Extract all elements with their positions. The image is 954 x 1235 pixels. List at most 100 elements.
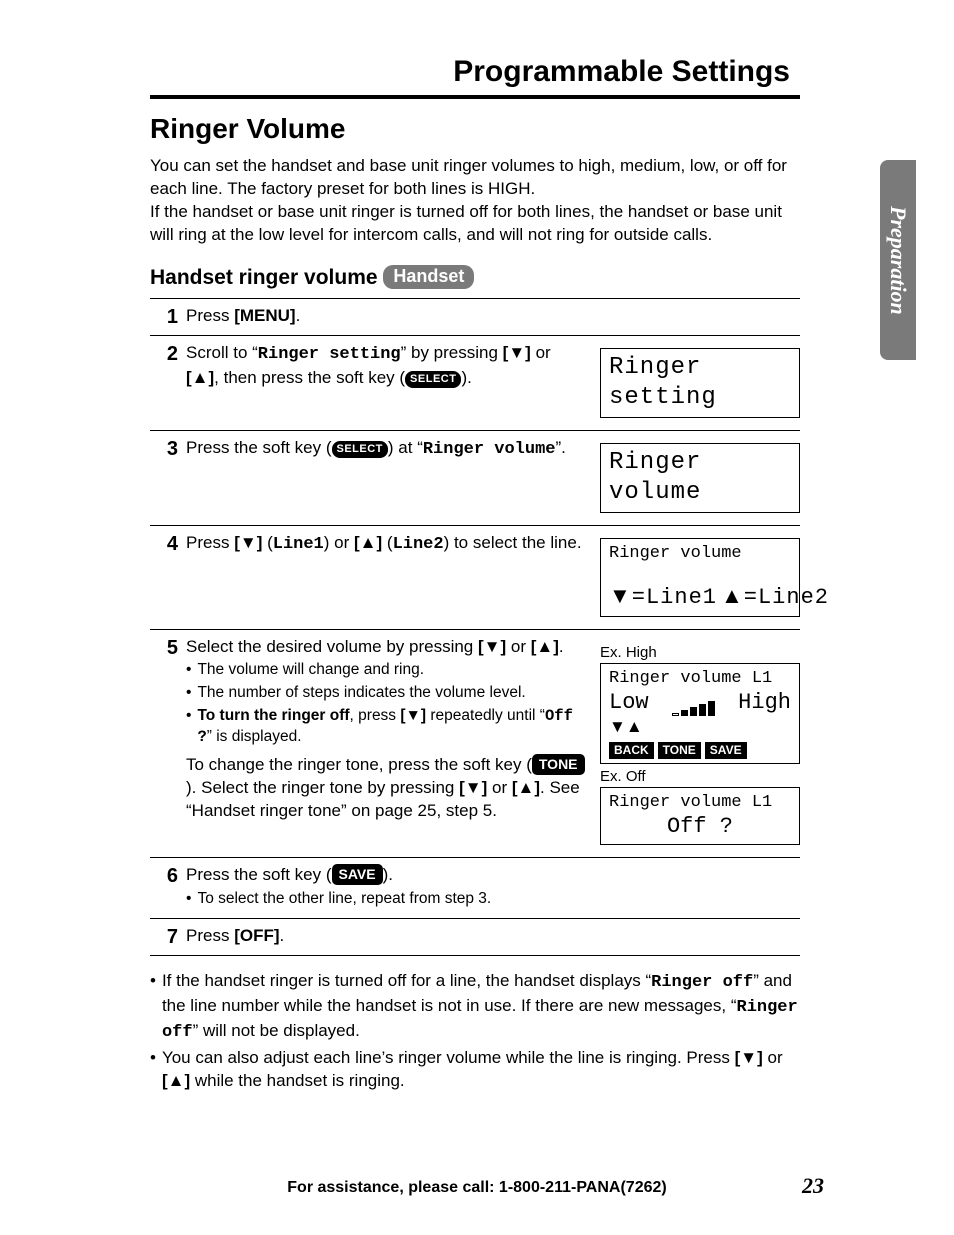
text: Press the soft key (: [186, 438, 332, 457]
tone-softkey: TONE: [658, 742, 701, 759]
subsection-label: Handset ringer volume: [150, 266, 378, 289]
step-text: Press the soft key (SELECT) at “Ringer v…: [178, 437, 596, 462]
page: Preparation Programmable Settings Ringer…: [0, 0, 954, 1235]
lcd-line2: ▲=Line2: [721, 582, 829, 612]
off-key: [OFF]: [234, 926, 279, 945]
text: Press: [186, 306, 234, 325]
lcd-screen: Ringer volume ▼=Line1 ▲=Line2: [600, 538, 800, 617]
bullet: To turn the ringer off, press [▼] repeat…: [186, 706, 586, 748]
lcd-column: Ringer volume ▼=Line1 ▲=Line2: [596, 532, 800, 623]
lcd-column: Ringer setting: [596, 342, 800, 424]
step-row: 3 Press the soft key (SELECT) at “Ringer…: [150, 430, 800, 525]
lcd-screen: Ringer setting: [600, 348, 800, 418]
text: ) or: [324, 533, 354, 552]
down-key: [▼]: [503, 343, 531, 362]
step-number: 3: [150, 437, 178, 461]
text: or: [531, 343, 551, 362]
text: ) at “: [388, 438, 423, 457]
subsection-title: Handset ringer volume Handset: [150, 265, 800, 290]
step-row: 4 Press [▼] (Line1) or [▲] (Line2) to se…: [150, 525, 800, 629]
step-text: Press [MENU].: [178, 305, 800, 328]
text: Select the desired volume by pressing: [186, 637, 478, 656]
step-number: 4: [150, 532, 178, 556]
bullet: If the handset ringer is turned off for …: [150, 970, 800, 1045]
step-number: 6: [150, 864, 178, 888]
up-key: [▲]: [186, 368, 214, 387]
step-text: Press [▼] (Line1) or [▲] (Line2) to sele…: [178, 532, 596, 557]
text: ) to select the line.: [444, 533, 582, 552]
text: Press: [186, 533, 234, 552]
step-row: 2 Scroll to “Ringer setting” by pressing…: [150, 335, 800, 430]
lcd-column: Ex. High Ringer volume L1 Low High ▼▲ BA…: [596, 636, 800, 852]
text: Scroll to “: [186, 343, 258, 362]
bullet: You can also adjust each line’s ringer v…: [150, 1047, 800, 1093]
menu-key: [MENU]: [234, 306, 295, 325]
lcd-screen: Ringer volume L1 Low High ▼▲ BACK TONE S…: [600, 663, 800, 764]
text: Press: [186, 926, 234, 945]
content: Programmable Settings Ringer Volume You …: [150, 55, 800, 1093]
mono: Ringer setting: [258, 345, 401, 364]
mono: Line1: [273, 535, 324, 554]
lcd-line: Ringer volume L1: [609, 792, 791, 813]
page-number: 23: [802, 1173, 824, 1199]
down-key: [▼]: [234, 533, 262, 552]
lcd-column: Ringer volume: [596, 437, 800, 519]
intro-text: You can set the handset and base unit ri…: [150, 155, 800, 247]
bullet: The number of steps indicates the volume…: [186, 683, 586, 704]
step-number: 1: [150, 305, 178, 329]
text: (: [262, 533, 272, 552]
step-row: 1 Press [MENU].: [150, 298, 800, 335]
tone-softkey: TONE: [532, 754, 585, 775]
mono: Ringer volume: [423, 440, 556, 459]
text: ”.: [555, 438, 565, 457]
lcd-line1: ▼=Line1: [609, 582, 717, 612]
step-text: Scroll to “Ringer setting” by pressing […: [178, 342, 596, 390]
step-row: 5 Select the desired volume by pressing …: [150, 629, 800, 858]
text: or: [506, 637, 531, 656]
save-softkey: SAVE: [705, 742, 747, 759]
down-key: [▼]: [478, 637, 506, 656]
text: .: [296, 306, 301, 325]
lcd-off: Off ?: [609, 813, 791, 841]
notes: If the handset ringer is turned off for …: [150, 970, 800, 1093]
lcd-line: Ringer volume: [609, 543, 791, 564]
mono: Line2: [393, 535, 444, 554]
back-softkey: BACK: [609, 742, 654, 759]
text: ” by pressing: [401, 343, 503, 362]
lcd-line: Ringer volume L1: [609, 668, 791, 689]
lcd-high: High: [738, 689, 791, 717]
text: ).: [383, 865, 393, 884]
bullet: To select the other line, repeat from st…: [186, 889, 790, 910]
text: , then press the soft key (: [214, 368, 405, 387]
text: .: [559, 637, 564, 656]
example-label: Ex. High: [600, 644, 800, 661]
text: .: [280, 926, 285, 945]
bullet: The volume will change and ring.: [186, 660, 586, 681]
step-row: 7 Press [OFF].: [150, 918, 800, 956]
step-text: Press the soft key (SAVE). To select the…: [178, 864, 800, 912]
example-label: Ex. Off: [600, 768, 800, 785]
text: (: [382, 533, 392, 552]
handset-badge: Handset: [383, 265, 474, 289]
text: ).: [461, 368, 471, 387]
save-softkey: SAVE: [332, 864, 383, 885]
header-rule: [150, 95, 800, 99]
select-softkey: SELECT: [405, 371, 461, 388]
section-tab: Preparation: [880, 160, 916, 360]
volume-bars-icon: [672, 701, 715, 716]
lcd-low: Low: [609, 689, 649, 717]
lcd-screen: Ringer volume L1 Off ?: [600, 787, 800, 846]
step-number: 5: [150, 636, 178, 660]
select-softkey: SELECT: [332, 441, 388, 458]
up-key: [▲]: [531, 637, 559, 656]
up-key: [▲]: [354, 533, 382, 552]
step-number: 7: [150, 925, 178, 949]
step-text: Select the desired volume by pressing [▼…: [178, 636, 596, 823]
page-header: Programmable Settings: [150, 55, 800, 89]
step-text: Press [OFF].: [178, 925, 800, 948]
softkey-row: BACK TONE SAVE: [609, 742, 791, 759]
section-title: Ringer Volume: [150, 113, 800, 145]
text: Press the soft key (: [186, 865, 332, 884]
step-sub: To change the ringer tone, press the sof…: [186, 754, 586, 823]
step-number: 2: [150, 342, 178, 366]
